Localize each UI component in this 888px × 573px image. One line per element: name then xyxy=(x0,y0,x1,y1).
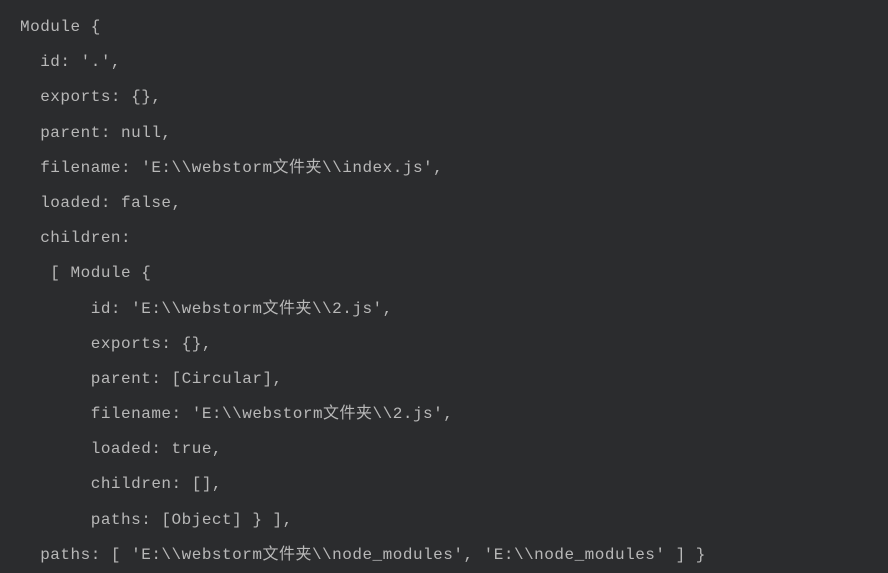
code-line: Module { xyxy=(20,10,868,45)
code-line: loaded: false, xyxy=(20,186,868,221)
code-line: children: [], xyxy=(20,467,868,502)
code-line: loaded: true, xyxy=(20,432,868,467)
code-line: parent: null, xyxy=(20,116,868,151)
code-line: id: 'E:\\webstorm文件夹\\2.js', xyxy=(20,292,868,327)
code-line: filename: 'E:\\webstorm文件夹\\2.js', xyxy=(20,397,868,432)
code-line: parent: [Circular], xyxy=(20,362,868,397)
code-line: children: xyxy=(20,221,868,256)
code-line: filename: 'E:\\webstorm文件夹\\index.js', xyxy=(20,151,868,186)
code-line: exports: {}, xyxy=(20,80,868,115)
code-line: id: '.', xyxy=(20,45,868,80)
code-line: [ Module { xyxy=(20,256,868,291)
code-line: paths: [Object] } ], xyxy=(20,503,868,538)
code-line: paths: [ 'E:\\webstorm文件夹\\node_modules'… xyxy=(20,538,868,573)
code-block: Module { id: '.', exports: {}, parent: n… xyxy=(20,10,868,573)
code-line: exports: {}, xyxy=(20,327,868,362)
